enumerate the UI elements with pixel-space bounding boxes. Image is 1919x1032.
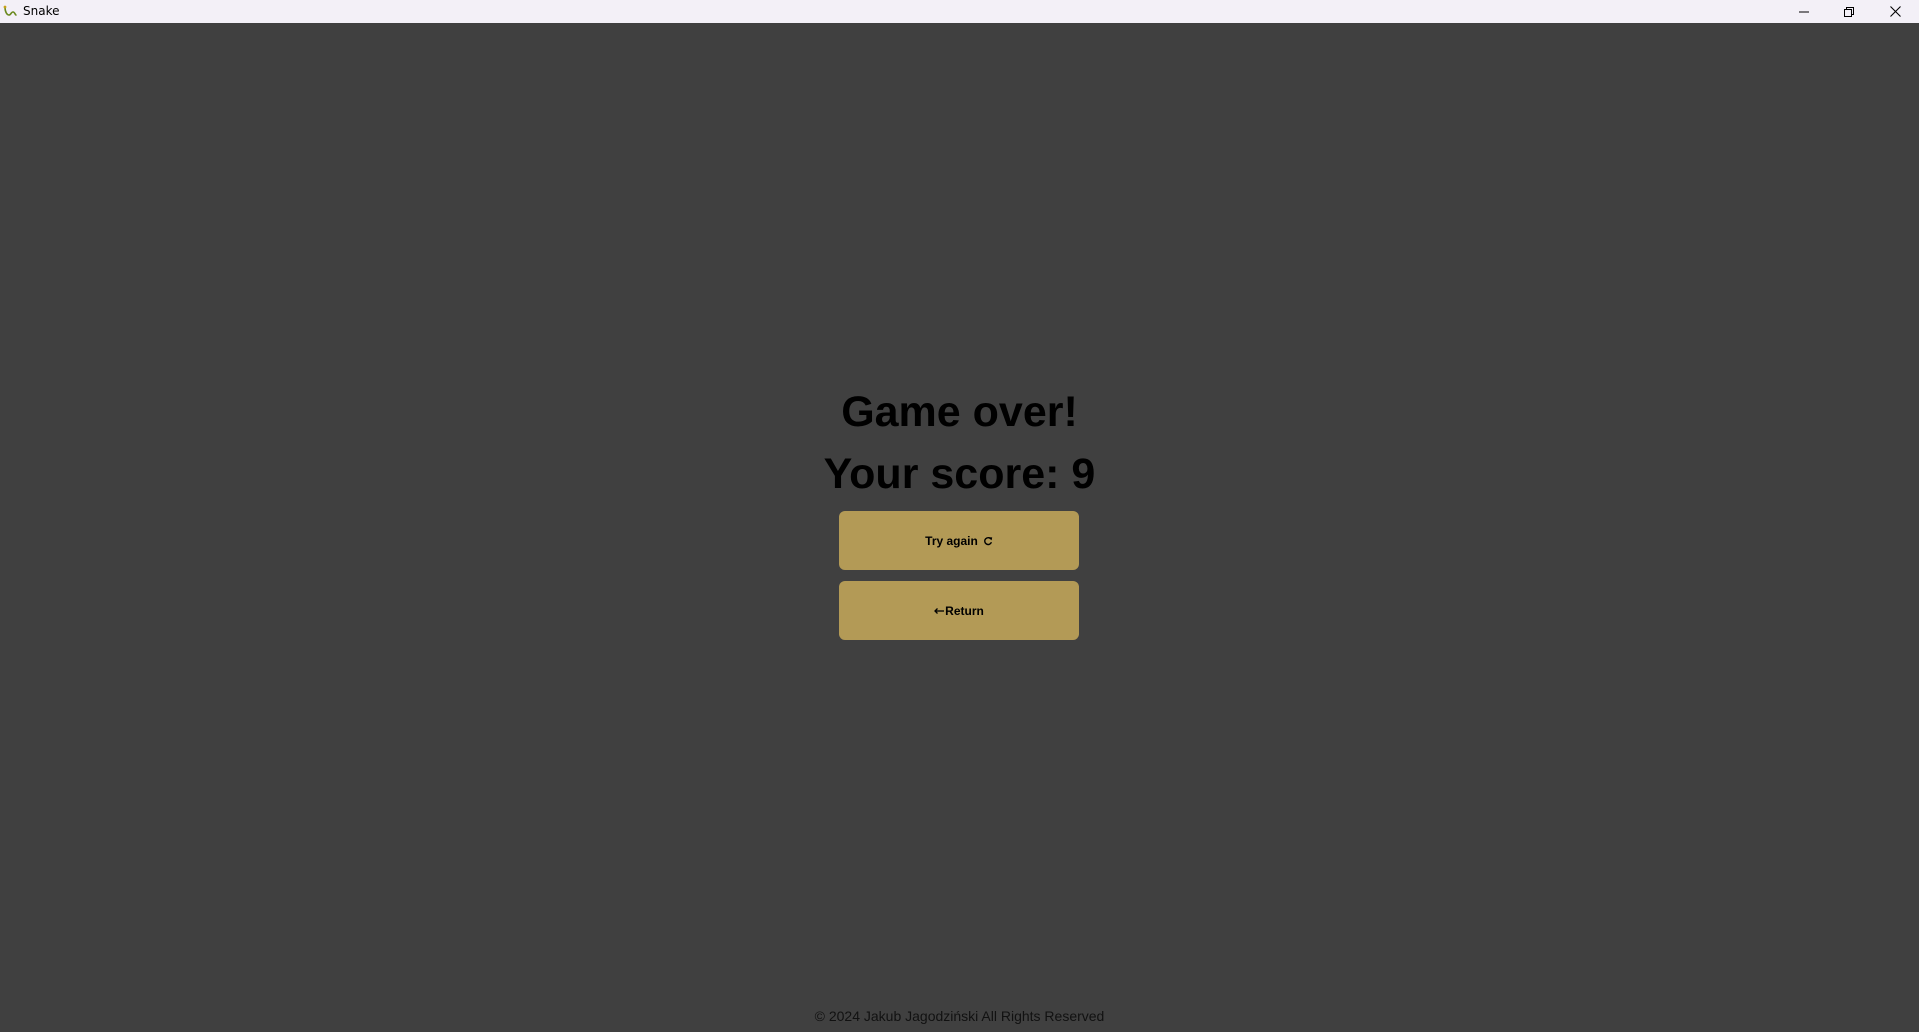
close-button[interactable] xyxy=(1872,0,1918,23)
minimize-icon xyxy=(1799,11,1809,12)
window-title: Snake xyxy=(23,4,60,18)
game-window: Snake Game over! Your score: 9 Try again xyxy=(0,0,1919,1032)
return-button[interactable]: Return xyxy=(839,581,1079,640)
copyright-footer: © 2024 Jakub Jagodziński All Rights Rese… xyxy=(814,1008,1105,1024)
close-icon xyxy=(1889,6,1901,17)
game-over-title: Game over! xyxy=(841,388,1078,436)
snake-app-icon xyxy=(3,4,17,18)
minimize-button[interactable] xyxy=(1781,0,1827,23)
game-over-screen: Game over! Your score: 9 Try again Retur… xyxy=(0,23,1919,1032)
return-label: Return xyxy=(945,603,984,618)
restore-icon xyxy=(1844,6,1854,17)
try-again-button[interactable]: Try again xyxy=(839,511,1079,570)
restore-button[interactable] xyxy=(1826,0,1872,23)
try-again-label: Try again xyxy=(925,533,978,548)
refresh-icon xyxy=(983,536,993,546)
title-bar[interactable]: Snake xyxy=(0,0,1919,23)
arrow-left-icon xyxy=(934,606,945,616)
score-text: Your score: 9 xyxy=(823,450,1096,498)
